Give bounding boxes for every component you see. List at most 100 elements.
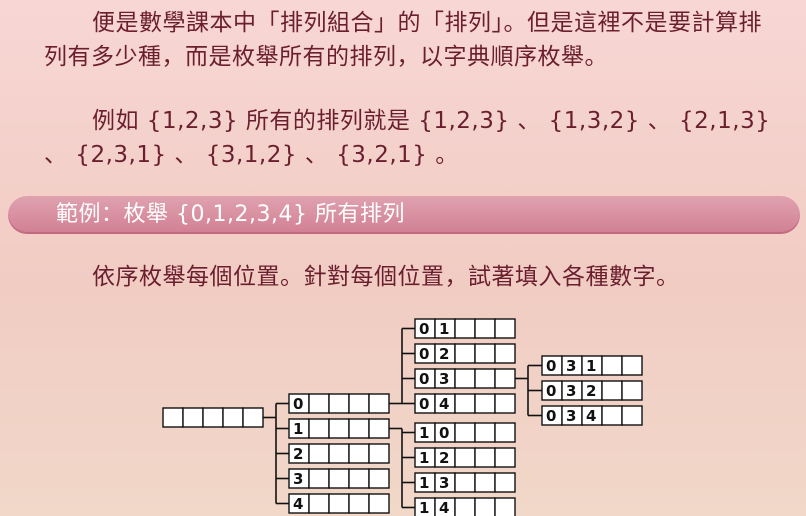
strip-cell bbox=[454, 447, 476, 468]
level2-strip: 12 bbox=[414, 447, 516, 468]
strip-cell bbox=[222, 407, 244, 428]
strip-cell bbox=[308, 443, 330, 464]
level3-strip: 031 bbox=[541, 355, 643, 376]
cell-digit: 0 bbox=[293, 395, 303, 413]
level2-strip: 14 bbox=[414, 497, 516, 516]
cell-digit: 4 bbox=[586, 407, 596, 425]
strip-cell bbox=[474, 368, 496, 389]
cell-digit: 1 bbox=[293, 420, 303, 438]
strip-cell bbox=[621, 380, 643, 401]
cell-digit: 0 bbox=[546, 407, 556, 425]
level2-strip: 04 bbox=[414, 393, 516, 414]
strip-cell bbox=[474, 497, 496, 516]
strip-cell bbox=[368, 468, 390, 489]
strip-cell bbox=[474, 393, 496, 414]
strip-cell bbox=[348, 418, 370, 439]
strip-cell bbox=[474, 343, 496, 364]
strip-cell bbox=[368, 418, 390, 439]
strip-cell bbox=[328, 443, 350, 464]
strip-cell bbox=[494, 343, 516, 364]
strip-cell bbox=[454, 393, 476, 414]
cell-digit: 0 bbox=[546, 357, 556, 375]
strip-cell bbox=[494, 318, 516, 339]
permutation-tree-diagram: 012340 10 20 30 41 01 21 31 40 3 10 3 20 3 4 bbox=[162, 318, 643, 516]
strip-cell bbox=[494, 472, 516, 493]
level2-strip: 10 bbox=[414, 422, 516, 443]
root-strip bbox=[162, 407, 264, 428]
level1-strip: 0 bbox=[288, 393, 390, 414]
level2-strip: 01 bbox=[414, 318, 516, 339]
strip-cell bbox=[348, 493, 370, 514]
strip-cell bbox=[162, 407, 184, 428]
strip-cell bbox=[348, 393, 370, 414]
cell-digit: 3 bbox=[566, 382, 576, 400]
strip-cell bbox=[474, 447, 496, 468]
cell-digit: 3 bbox=[293, 470, 303, 488]
strip-cell bbox=[454, 343, 476, 364]
cell-digit: 0 bbox=[419, 345, 429, 363]
cell-digit: 4 bbox=[293, 495, 303, 513]
strip-cell bbox=[368, 493, 390, 514]
strip-cell bbox=[308, 493, 330, 514]
strip-cell bbox=[308, 468, 330, 489]
strip-cell bbox=[494, 422, 516, 443]
strip-cell bbox=[182, 407, 204, 428]
strip-cell bbox=[348, 468, 370, 489]
level2-strip: 03 bbox=[414, 368, 516, 389]
strip-cell bbox=[202, 407, 224, 428]
strip-cell bbox=[474, 472, 496, 493]
strip-cell bbox=[601, 355, 623, 376]
strip-cell bbox=[601, 380, 623, 401]
strip-cell bbox=[368, 393, 390, 414]
level1-strip: 1 bbox=[288, 418, 390, 439]
cell-digit: 0 bbox=[419, 320, 429, 338]
level3-strip: 032 bbox=[541, 380, 643, 401]
cell-digit: 1 bbox=[586, 357, 596, 375]
cell-digit: 4 bbox=[439, 499, 449, 516]
cell-digit: 2 bbox=[439, 345, 449, 363]
strip-cell bbox=[601, 405, 623, 426]
cell-digit: 2 bbox=[586, 382, 596, 400]
level1-strip: 4 bbox=[288, 493, 390, 514]
strip-cell bbox=[348, 443, 370, 464]
level1-strip: 2 bbox=[288, 443, 390, 464]
strip-cell bbox=[242, 407, 264, 428]
strip-cell bbox=[621, 405, 643, 426]
cell-digit: 0 bbox=[546, 382, 556, 400]
cell-digit: 1 bbox=[419, 499, 429, 516]
cell-digit: 2 bbox=[293, 445, 303, 463]
level2-strip: 13 bbox=[414, 472, 516, 493]
strip-cell bbox=[328, 418, 350, 439]
strip-cell bbox=[494, 497, 516, 516]
cell-digit: 1 bbox=[419, 474, 429, 492]
strip-cell bbox=[454, 422, 476, 443]
cell-digit: 2 bbox=[439, 449, 449, 467]
strip-cell bbox=[454, 497, 476, 516]
strip-cell bbox=[328, 393, 350, 414]
strip-cell bbox=[474, 422, 496, 443]
strip-cell bbox=[494, 368, 516, 389]
strip-cell bbox=[474, 318, 496, 339]
level3-strip: 034 bbox=[541, 405, 643, 426]
strip-cell bbox=[454, 368, 476, 389]
strip-cell bbox=[494, 393, 516, 414]
cell-digit: 1 bbox=[419, 424, 429, 442]
strip-cell bbox=[308, 418, 330, 439]
cell-digit: 1 bbox=[419, 449, 429, 467]
strip-cell bbox=[494, 447, 516, 468]
strip-cell bbox=[368, 443, 390, 464]
cell-digit: 3 bbox=[566, 407, 576, 425]
cell-digit: 4 bbox=[439, 395, 449, 413]
cell-digit: 0 bbox=[439, 424, 449, 442]
strip-cell bbox=[621, 355, 643, 376]
strip-cell bbox=[454, 318, 476, 339]
cell-digit: 3 bbox=[439, 370, 449, 388]
cell-digit: 1 bbox=[439, 320, 449, 338]
strip-cell bbox=[328, 493, 350, 514]
cell-digit: 3 bbox=[566, 357, 576, 375]
level1-strip: 3 bbox=[288, 468, 390, 489]
cell-digit: 3 bbox=[439, 474, 449, 492]
strip-cell bbox=[328, 468, 350, 489]
level2-strip: 02 bbox=[414, 343, 516, 364]
cell-digit: 0 bbox=[419, 395, 429, 413]
